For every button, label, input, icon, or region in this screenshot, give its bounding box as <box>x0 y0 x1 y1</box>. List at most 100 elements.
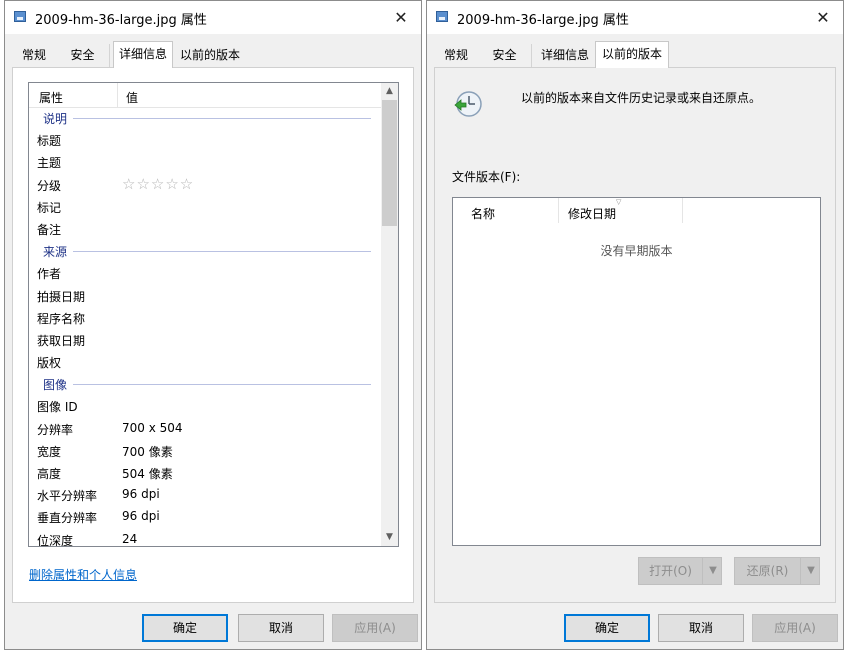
rating-stars-icon[interactable]: ☆☆☆☆☆ <box>122 175 194 193</box>
property-row[interactable]: 程序名称 <box>29 307 381 329</box>
property-value: 24 <box>122 531 138 546</box>
property-value: 96 dpi <box>122 487 160 502</box>
image-file-icon <box>436 11 448 22</box>
properties-list[interactable]: 属性 值 说明标题主题分级 ☆☆☆☆☆ 标记备注来源作者拍摄日期程序名称获取日期版权… <box>28 82 399 547</box>
tab-strip: 常规 安全 详细信息 以前的版本 <box>434 41 836 68</box>
property-row[interactable]: 获取日期 <box>29 329 381 351</box>
property-row[interactable]: 位深度 24 <box>29 529 381 547</box>
property-row[interactable]: 垂直分辨率 96 dpi <box>29 506 381 528</box>
group-divider <box>73 251 371 253</box>
column-header-value[interactable]: 值 <box>126 89 138 106</box>
restore-split-button[interactable]: 还原(R) ▼ <box>734 557 820 585</box>
title-bar: 2009-hm-36-large.jpg 属性 ✕ <box>5 1 421 34</box>
open-split-button[interactable]: 打开(O) ▼ <box>638 557 722 585</box>
group-divider <box>73 384 371 386</box>
close-icon[interactable]: ✕ <box>803 1 843 34</box>
property-row[interactable]: 宽度 700 像素 <box>29 440 381 462</box>
close-icon[interactable]: ✕ <box>381 1 421 34</box>
file-versions-label: 文件版本(F): <box>452 170 521 184</box>
property-row[interactable]: 主题 <box>29 151 381 173</box>
clock-restore-icon <box>454 91 482 117</box>
title-bar: 2009-hm-36-large.jpg 属性 ✕ <box>427 1 843 34</box>
property-value: 700 x 504 <box>122 420 183 435</box>
tab-strip: 常规 安全 详细信息 以前的版本 <box>12 41 414 68</box>
apply-button[interactable]: 应用(A) <box>752 614 838 642</box>
chevron-down-icon[interactable]: ▼ <box>702 558 723 584</box>
remove-properties-link[interactable]: 删除属性和个人信息 <box>29 566 137 583</box>
restore-button[interactable]: 还原(R) <box>735 558 800 584</box>
tab-details[interactable]: 详细信息 <box>535 44 595 67</box>
column-header-modified[interactable]: 修改日期 <box>568 205 616 222</box>
tab-general[interactable]: 常规 <box>12 44 56 67</box>
property-name: 作者 <box>37 267 62 282</box>
sort-caret-icon: ▽ <box>616 198 622 206</box>
group-label: 图像 <box>43 378 68 393</box>
window-title: 2009-hm-36-large.jpg 属性 <box>457 13 629 28</box>
property-rows: 说明标题主题分级 ☆☆☆☆☆ 标记备注来源作者拍摄日期程序名称获取日期版权图像图像 … <box>29 107 381 547</box>
property-name: 备注 <box>37 222 62 237</box>
property-row[interactable]: 高度 504 像素 <box>29 462 381 484</box>
property-row[interactable]: 版权 <box>29 351 381 373</box>
previous-versions-panel: 以前的版本来自文件历史记录或来自还原点。 文件版本(F): 名称 ▽ 修改日期 … <box>434 67 836 603</box>
property-name: 垂直分辨率 <box>37 511 98 526</box>
property-name: 水平分辨率 <box>37 489 98 504</box>
property-row[interactable]: 标记 <box>29 196 381 218</box>
property-row[interactable]: 作者 <box>29 262 381 284</box>
property-name: 宽度 <box>37 444 62 459</box>
column-header-name[interactable]: 名称 <box>471 205 495 222</box>
column-header-property[interactable]: 属性 <box>39 89 63 106</box>
tab-details[interactable]: 详细信息 <box>113 41 173 68</box>
property-name: 标题 <box>37 134 62 149</box>
scroll-down-icon[interactable]: ▼ <box>381 529 398 546</box>
property-name: 分辨率 <box>37 422 74 437</box>
details-panel: 属性 值 说明标题主题分级 ☆☆☆☆☆ 标记备注来源作者拍摄日期程序名称获取日期版权… <box>12 67 414 603</box>
properties-window-previous-versions: 2009-hm-36-large.jpg 属性 ✕ 常规 安全 详细信息 以前的… <box>426 0 844 650</box>
property-row[interactable]: 分辨率 700 x 504 <box>29 418 381 440</box>
property-value: 504 像素 <box>122 467 173 481</box>
property-name: 图像 ID <box>37 400 78 415</box>
property-name: 分级 <box>37 178 62 193</box>
vertical-scrollbar[interactable]: ▲ ▼ <box>381 83 398 546</box>
column-divider[interactable] <box>117 83 118 107</box>
group-header: 来源 <box>29 240 381 262</box>
scroll-thumb[interactable] <box>382 100 397 226</box>
list-header: 属性 值 <box>29 83 381 108</box>
property-row[interactable]: 拍摄日期 <box>29 285 381 307</box>
window-title: 2009-hm-36-large.jpg 属性 <box>35 13 207 28</box>
cancel-button[interactable]: 取消 <box>658 614 744 642</box>
property-name: 位深度 <box>37 533 74 547</box>
property-row[interactable]: 备注 <box>29 218 381 240</box>
open-button[interactable]: 打开(O) <box>639 558 702 584</box>
property-row[interactable]: 图像 ID <box>29 395 381 417</box>
group-header: 图像 <box>29 373 381 395</box>
property-name: 版权 <box>37 356 62 371</box>
property-name: 程序名称 <box>37 311 86 326</box>
cancel-button[interactable]: 取消 <box>238 614 324 642</box>
tab-security[interactable]: 安全 <box>478 44 532 67</box>
column-divider[interactable] <box>558 198 559 223</box>
group-label: 来源 <box>43 245 68 260</box>
ok-button[interactable]: 确定 <box>564 614 650 642</box>
apply-button[interactable]: 应用(A) <box>332 614 418 642</box>
tab-general[interactable]: 常规 <box>434 44 478 67</box>
ok-button[interactable]: 确定 <box>142 614 228 642</box>
empty-message: 没有早期版本 <box>600 244 673 258</box>
property-name: 拍摄日期 <box>37 289 86 304</box>
group-label: 说明 <box>43 112 68 126</box>
property-row[interactable]: 水平分辨率 96 dpi <box>29 484 381 506</box>
chevron-down-icon[interactable]: ▼ <box>800 558 821 584</box>
image-file-icon <box>14 11 26 22</box>
scroll-up-icon[interactable]: ▲ <box>381 83 398 100</box>
property-name: 高度 <box>37 467 62 481</box>
group-header: 说明 <box>29 107 381 129</box>
property-row[interactable]: 标题 <box>29 129 381 151</box>
file-versions-list[interactable]: 名称 ▽ 修改日期 没有早期版本 <box>452 197 821 546</box>
property-row[interactable]: 分级 ☆☆☆☆☆ <box>29 174 381 196</box>
tab-previous-versions[interactable]: 以前的版本 <box>595 41 669 68</box>
property-name: 标记 <box>37 200 62 215</box>
tab-security[interactable]: 安全 <box>56 44 110 67</box>
tab-previous-versions[interactable]: 以前的版本 <box>173 44 247 67</box>
column-divider[interactable] <box>682 198 683 223</box>
property-name: 主题 <box>37 156 62 171</box>
property-value: 96 dpi <box>122 509 160 524</box>
